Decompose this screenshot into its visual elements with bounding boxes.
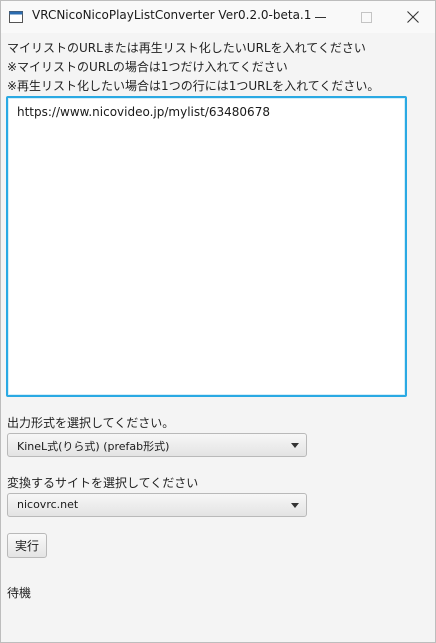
instruction-line-3: ※再生リスト化したい場合は1つの行には1つURLを入れてください。 (7, 79, 380, 93)
chevron-down-icon (291, 443, 299, 448)
minimize-icon (315, 16, 326, 18)
instruction-line-1: マイリストのURLまたは再生リスト化したいURLを入れてください (7, 41, 366, 55)
url-textarea[interactable]: https://www.nicovideo.jp/mylist/63480678 (6, 96, 407, 397)
status-text: 待機 (7, 586, 32, 600)
url-textarea-value: https://www.nicovideo.jp/mylist/63480678 (17, 105, 270, 119)
output-format-selected-value: KineL式(りら式) (prefab形式) (17, 440, 170, 453)
maximize-icon (361, 11, 372, 23)
site-selected-value: nicovrc.net (17, 498, 79, 511)
minimize-button[interactable] (298, 1, 343, 33)
app-window-icon (9, 11, 23, 23)
app-window: VRCNicoNicoPlayListConverter Ver0.2.0-be… (0, 0, 436, 643)
site-select[interactable]: nicovrc.net (7, 493, 307, 517)
site-label: 変換するサイトを選択してください (7, 476, 199, 490)
title-bar[interactable]: VRCNicoNicoPlayListConverter Ver0.2.0-be… (1, 1, 435, 33)
output-format-select[interactable]: KineL式(りら式) (prefab形式) (7, 433, 307, 457)
close-icon (406, 11, 419, 23)
close-button[interactable] (390, 1, 435, 33)
maximize-button[interactable] (344, 1, 389, 33)
instruction-line-2: ※マイリストのURLの場合は1つだけ入れてください (7, 60, 288, 74)
run-button[interactable]: 実行 (7, 533, 47, 558)
window-title: VRCNicoNicoPlayListConverter Ver0.2.0-be… (32, 8, 312, 22)
chevron-down-icon (291, 503, 299, 508)
output-format-label: 出力形式を選択してください。 (7, 416, 175, 430)
